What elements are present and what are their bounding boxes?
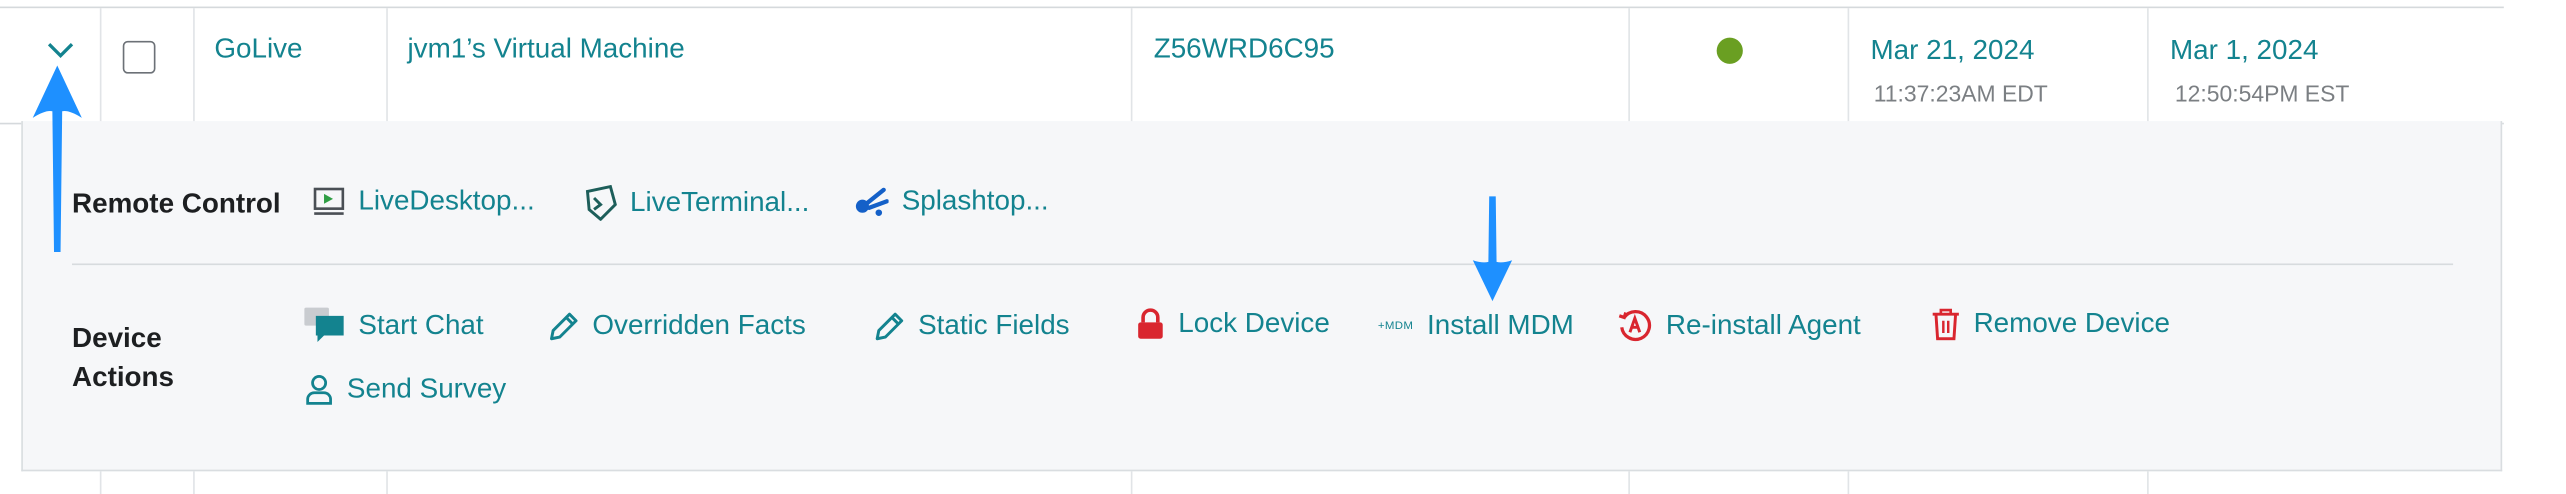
person-icon: [306, 374, 332, 405]
overridden-facts-label: Overridden Facts: [592, 309, 806, 341]
mdm-icon: +MDM: [1377, 319, 1414, 332]
group-name-link[interactable]: GoLive: [214, 33, 302, 66]
device-list-view: GoLive jvm1’s Virtual Machine Z56WRD6C95…: [0, 0, 2566, 494]
live-desktop-button[interactable]: LiveDesktop...: [313, 185, 535, 218]
enrolled-date: Mar 1, 2024: [2169, 34, 2319, 66]
remove-device-button[interactable]: Remove Device: [1931, 308, 2170, 341]
column-divider: [1130, 8, 1133, 123]
splashtop-button[interactable]: Splashtop...: [853, 185, 1049, 218]
lock-device-button[interactable]: Lock Device: [1136, 308, 1330, 341]
lock-device-label: Lock Device: [1178, 307, 1330, 339]
column-divider: [386, 8, 388, 123]
column-divider: [1847, 471, 1850, 494]
pencil-icon: [875, 311, 904, 340]
last-seen-time: 11:37:23AM EDT: [1873, 80, 2048, 107]
device-actions-label-line2: Actions: [72, 361, 175, 393]
enrolled-time: 12:50:54PM EST: [2174, 80, 2350, 107]
live-desktop-icon: [313, 187, 345, 215]
remove-device-label: Remove Device: [1973, 307, 2170, 339]
splashtop-label: Splashtop...: [901, 184, 1049, 217]
column-divider: [99, 471, 102, 494]
lock-icon: [1138, 308, 1163, 339]
last-seen-date: Mar 21, 2024: [1870, 34, 2035, 66]
device-actions-label-line1: Device: [72, 322, 162, 354]
reinstall-agent-icon: [1618, 310, 1652, 341]
column-divider: [99, 8, 102, 123]
table-row: GoLive jvm1’s Virtual Machine Z56WRD6C95…: [0, 6, 2504, 125]
chat-icon: [304, 307, 344, 343]
overridden-facts-button[interactable]: Overridden Facts: [548, 309, 806, 342]
install-mdm-button[interactable]: +MDM Install MDM: [1378, 309, 1574, 342]
install-mdm-label: Install MDM: [1427, 309, 1574, 341]
trash-icon: [1932, 308, 1959, 341]
column-divider: [1628, 8, 1630, 123]
live-terminal-label: LiveTerminal...: [630, 186, 810, 218]
device-name-link[interactable]: jvm1’s Virtual Machine: [407, 33, 684, 66]
column-divider: [1847, 8, 1850, 123]
live-terminal-icon: [585, 184, 617, 221]
static-fields-label: Static Fields: [918, 309, 1070, 341]
column-divider: [193, 8, 195, 123]
column-divider: [1130, 471, 1133, 494]
device-actions-label: Device Actions: [72, 319, 174, 398]
splashtop-icon: [855, 187, 889, 217]
annotation-arrow-down-icon: [1472, 196, 1513, 302]
section-divider: [72, 263, 2454, 266]
column-divider: [193, 471, 195, 494]
live-desktop-label: LiveDesktop...: [358, 184, 535, 217]
send-survey-button[interactable]: Send Survey: [304, 373, 506, 406]
column-divider: [386, 471, 388, 494]
start-chat-button[interactable]: Start Chat: [303, 306, 484, 345]
reinstall-agent-label: Re-install Agent: [1665, 309, 1861, 341]
pencil-icon: [550, 311, 578, 340]
status-indicator: [1716, 37, 1743, 64]
annotation-arrow-up-icon: [32, 65, 82, 253]
row-select-checkbox[interactable]: [122, 40, 156, 74]
live-terminal-button[interactable]: LiveTerminal...: [584, 184, 810, 221]
reinstall-agent-button[interactable]: Re-install Agent: [1617, 308, 1861, 344]
start-chat-label: Start Chat: [358, 309, 484, 341]
serial-number-link[interactable]: Z56WRD6C95: [1154, 33, 1335, 66]
send-survey-label: Send Survey: [346, 373, 507, 405]
column-divider: [1628, 471, 1630, 494]
chevron-down-icon[interactable]: [46, 41, 75, 61]
static-fields-button[interactable]: Static Fields: [874, 309, 1070, 342]
column-divider: [2147, 471, 2149, 494]
remote-control-label: Remote Control: [72, 188, 281, 220]
device-detail-panel: [21, 121, 2503, 472]
next-row-stub: [0, 471, 2504, 494]
column-divider: [2147, 8, 2149, 123]
